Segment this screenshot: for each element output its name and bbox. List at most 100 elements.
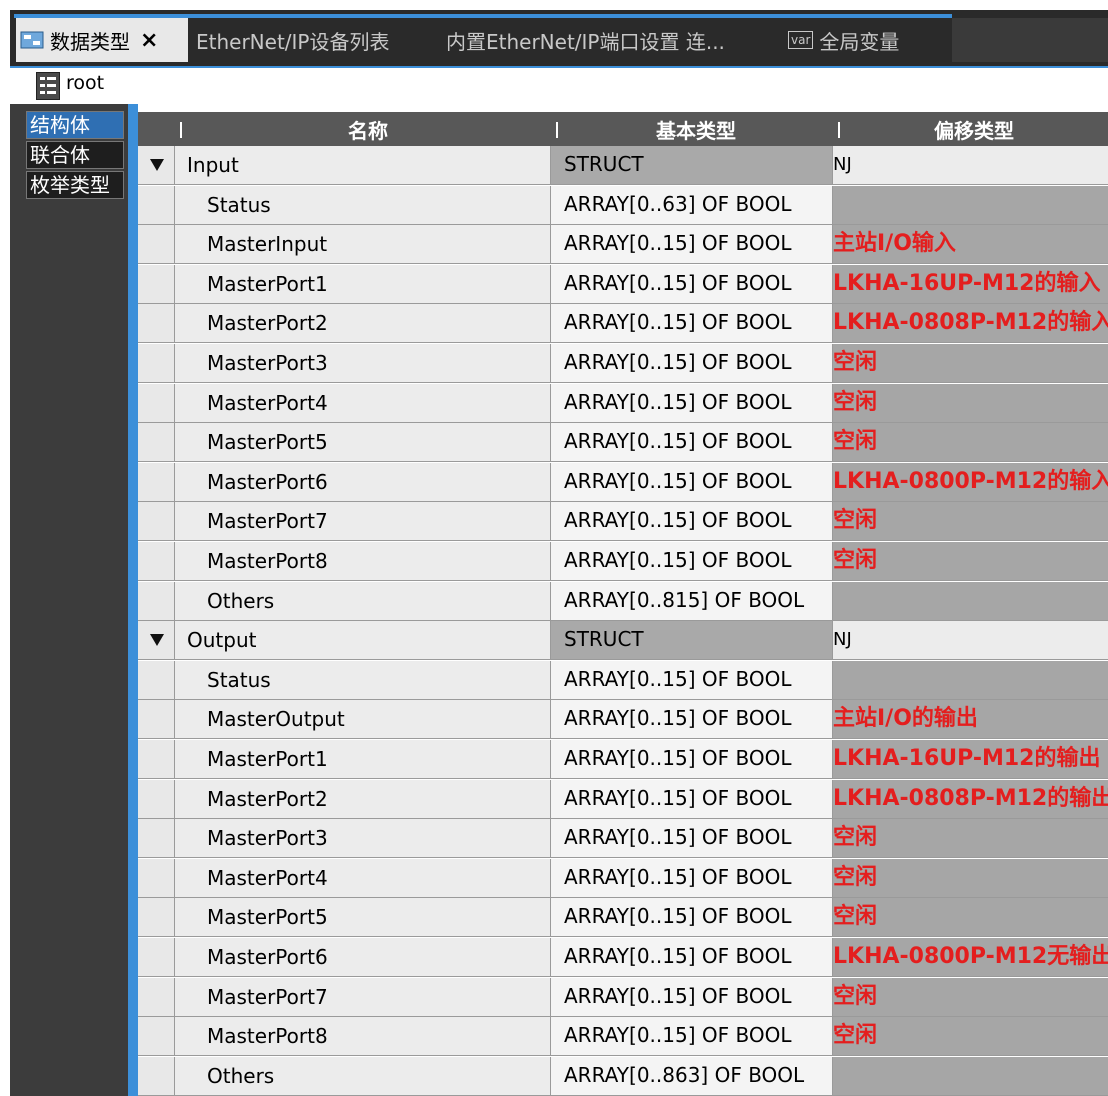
base-type-cell[interactable]: ARRAY[0..15] OF BOOL bbox=[551, 423, 833, 463]
offset-type-cell[interactable]: 主站I/O输入 bbox=[833, 225, 1108, 265]
offset-type-cell[interactable]: 空闲 bbox=[833, 898, 1108, 938]
offset-type-cell[interactable]: 空闲 bbox=[833, 1017, 1108, 1057]
offset-type-cell[interactable]: 空闲 bbox=[833, 977, 1108, 1017]
table-row[interactable]: MasterPort5 ARRAY[0..15] OF BOOL 空闲 bbox=[138, 423, 1108, 463]
offset-type-cell[interactable] bbox=[833, 1056, 1108, 1096]
table-row[interactable]: MasterPort4 ARRAY[0..15] OF BOOL 空闲 bbox=[138, 858, 1108, 898]
base-type-cell[interactable]: ARRAY[0..815] OF BOOL bbox=[551, 581, 833, 621]
struct-row[interactable]: Input STRUCT NJ bbox=[138, 146, 1108, 185]
base-type-cell[interactable]: ARRAY[0..15] OF BOOL bbox=[551, 344, 833, 383]
offset-type-cell[interactable]: 空闲 bbox=[833, 344, 1108, 383]
table-row[interactable]: MasterPort8 ARRAY[0..15] OF BOOL 空闲 bbox=[138, 542, 1108, 581]
member-name-cell[interactable]: MasterPort5 bbox=[175, 423, 551, 463]
table-row[interactable]: MasterPort3 ARRAY[0..15] OF BOOL 空闲 bbox=[138, 344, 1108, 383]
offset-type-cell[interactable]: 主站I/O的输出 bbox=[833, 700, 1108, 740]
base-type-cell[interactable]: ARRAY[0..15] OF BOOL bbox=[551, 740, 833, 779]
member-name-cell[interactable]: Status bbox=[175, 660, 551, 700]
table-row[interactable]: MasterPort5 ARRAY[0..15] OF BOOL 空闲 bbox=[138, 898, 1108, 938]
collapse-triangle-icon[interactable] bbox=[150, 159, 164, 171]
offset-type-cell[interactable] bbox=[833, 185, 1108, 225]
column-header-offset-type[interactable]: 偏移类型 bbox=[840, 112, 1108, 146]
base-type-cell[interactable]: ARRAY[0..63] OF BOOL bbox=[551, 185, 833, 225]
member-name-cell[interactable]: MasterPort8 bbox=[175, 542, 551, 581]
offset-type-cell[interactable]: 空闲 bbox=[833, 502, 1108, 542]
table-row[interactable]: MasterOutput ARRAY[0..15] OF BOOL 主站I/O的输出 bbox=[138, 700, 1108, 740]
base-type-cell[interactable]: STRUCT bbox=[551, 146, 833, 185]
table-row[interactable]: Others ARRAY[0..815] OF BOOL bbox=[138, 581, 1108, 621]
offset-type-cell[interactable] bbox=[833, 581, 1108, 621]
member-name-cell[interactable]: Others bbox=[175, 1056, 551, 1096]
row-gutter[interactable] bbox=[138, 621, 175, 661]
table-row[interactable]: Others ARRAY[0..863] OF BOOL bbox=[138, 1056, 1108, 1096]
table-row[interactable]: MasterPort3 ARRAY[0..15] OF BOOL 空闲 bbox=[138, 819, 1108, 859]
member-name-cell[interactable]: MasterPort2 bbox=[175, 304, 551, 344]
sidebar-item-struct[interactable]: 结构体 bbox=[26, 111, 124, 139]
member-name-cell[interactable]: MasterPort4 bbox=[175, 858, 551, 898]
offset-type-cell[interactable]: LKHA-0800P-M12无输出 bbox=[833, 938, 1108, 977]
base-type-cell[interactable]: ARRAY[0..15] OF BOOL bbox=[551, 898, 833, 938]
table-row[interactable]: MasterInput ARRAY[0..15] OF BOOL 主站I/O输入 bbox=[138, 225, 1108, 265]
table-row[interactable]: MasterPort6 ARRAY[0..15] OF BOOL LKHA-0800… bbox=[138, 938, 1108, 977]
base-type-cell[interactable]: ARRAY[0..863] OF BOOL bbox=[551, 1056, 833, 1096]
offset-type-cell[interactable]: 空闲 bbox=[833, 819, 1108, 859]
base-type-cell[interactable]: ARRAY[0..15] OF BOOL bbox=[551, 383, 833, 423]
sidebar-item-union[interactable]: 联合体 bbox=[26, 141, 124, 169]
member-name-cell[interactable]: MasterInput bbox=[175, 225, 551, 265]
table-row[interactable]: MasterPort1 ARRAY[0..15] OF BOOL LKHA-16UP… bbox=[138, 740, 1108, 779]
member-name-cell[interactable]: Input bbox=[175, 146, 551, 185]
base-type-cell[interactable]: ARRAY[0..15] OF BOOL bbox=[551, 858, 833, 898]
table-row[interactable]: MasterPort6 ARRAY[0..15] OF BOOL LKHA-0800… bbox=[138, 462, 1108, 502]
table-row[interactable]: MasterPort8 ARRAY[0..15] OF BOOL 空闲 bbox=[138, 1017, 1108, 1057]
close-icon[interactable]: × bbox=[140, 28, 158, 53]
member-name-cell[interactable]: MasterPort7 bbox=[175, 502, 551, 542]
base-type-cell[interactable]: ARRAY[0..15] OF BOOL bbox=[551, 264, 833, 304]
offset-type-cell[interactable]: LKHA-0808P-M12的输出 bbox=[833, 779, 1108, 819]
table-row[interactable]: MasterPort2 ARRAY[0..15] OF BOOL LKHA-0808… bbox=[138, 304, 1108, 344]
member-name-cell[interactable]: MasterPort5 bbox=[175, 898, 551, 938]
collapse-triangle-icon[interactable] bbox=[150, 634, 164, 647]
base-type-cell[interactable]: ARRAY[0..15] OF BOOL bbox=[551, 660, 833, 700]
member-name-cell[interactable]: MasterPort2 bbox=[175, 779, 551, 819]
member-name-cell[interactable]: MasterPort3 bbox=[175, 344, 551, 383]
column-header-base-type[interactable]: 基本类型 bbox=[558, 112, 834, 146]
table-row[interactable]: MasterPort7 ARRAY[0..15] OF BOOL 空闲 bbox=[138, 977, 1108, 1017]
row-gutter[interactable] bbox=[138, 146, 175, 185]
member-name-cell[interactable]: MasterPort1 bbox=[175, 264, 551, 304]
member-name-cell[interactable]: MasterPort7 bbox=[175, 977, 551, 1017]
member-name-cell[interactable]: Others bbox=[175, 581, 551, 621]
sidebar-item-enum[interactable]: 枚举类型 bbox=[26, 171, 124, 199]
column-header-name[interactable]: 名称 bbox=[182, 112, 554, 146]
tab-ethernet-ip-device-list[interactable]: EtherNet/IP设备列表 bbox=[196, 18, 436, 62]
offset-type-cell[interactable]: LKHA-0808P-M12的输入 bbox=[833, 304, 1108, 344]
base-type-cell[interactable]: ARRAY[0..15] OF BOOL bbox=[551, 462, 833, 502]
table-row[interactable]: MasterPort4 ARRAY[0..15] OF BOOL 空闲 bbox=[138, 383, 1108, 423]
member-name-cell[interactable]: MasterPort6 bbox=[175, 462, 551, 502]
base-type-cell[interactable]: ARRAY[0..15] OF BOOL bbox=[551, 542, 833, 581]
base-type-cell[interactable]: ARRAY[0..15] OF BOOL bbox=[551, 977, 833, 1017]
offset-type-cell[interactable]: LKHA-16UP-M12的输出 bbox=[833, 740, 1108, 779]
member-name-cell[interactable]: MasterPort6 bbox=[175, 938, 551, 977]
offset-type-cell[interactable]: 空闲 bbox=[833, 542, 1108, 581]
member-name-cell[interactable]: Status bbox=[175, 185, 551, 225]
member-name-cell[interactable]: MasterPort3 bbox=[175, 819, 551, 859]
offset-type-cell[interactable]: NJ bbox=[833, 146, 1108, 185]
table-row[interactable]: Status ARRAY[0..15] OF BOOL bbox=[138, 660, 1108, 700]
offset-type-cell[interactable]: 空闲 bbox=[833, 423, 1108, 463]
base-type-cell[interactable]: STRUCT bbox=[551, 621, 833, 661]
tab-data-types[interactable]: 数据类型 × bbox=[16, 18, 188, 62]
offset-type-cell[interactable]: 空闲 bbox=[833, 383, 1108, 423]
offset-type-cell[interactable]: 空闲 bbox=[833, 858, 1108, 898]
table-row[interactable]: MasterPort2 ARRAY[0..15] OF BOOL LKHA-0808… bbox=[138, 779, 1108, 819]
member-name-cell[interactable]: MasterPort8 bbox=[175, 1017, 551, 1057]
base-type-cell[interactable]: ARRAY[0..15] OF BOOL bbox=[551, 819, 833, 859]
table-row[interactable]: MasterPort7 ARRAY[0..15] OF BOOL 空闲 bbox=[138, 502, 1108, 542]
table-row[interactable]: MasterPort1 ARRAY[0..15] OF BOOL LKHA-16UP… bbox=[138, 264, 1108, 304]
table-row[interactable]: Status ARRAY[0..63] OF BOOL bbox=[138, 185, 1108, 225]
member-name-cell[interactable]: MasterPort1 bbox=[175, 740, 551, 779]
base-type-cell[interactable]: ARRAY[0..15] OF BOOL bbox=[551, 779, 833, 819]
offset-type-cell[interactable]: NJ bbox=[833, 621, 1108, 661]
offset-type-cell[interactable] bbox=[833, 660, 1108, 700]
member-name-cell[interactable]: MasterOutput bbox=[175, 700, 551, 740]
struct-row[interactable]: Output STRUCT NJ bbox=[138, 621, 1108, 661]
tab-global-variables[interactable]: var 全局变量 bbox=[788, 18, 948, 62]
